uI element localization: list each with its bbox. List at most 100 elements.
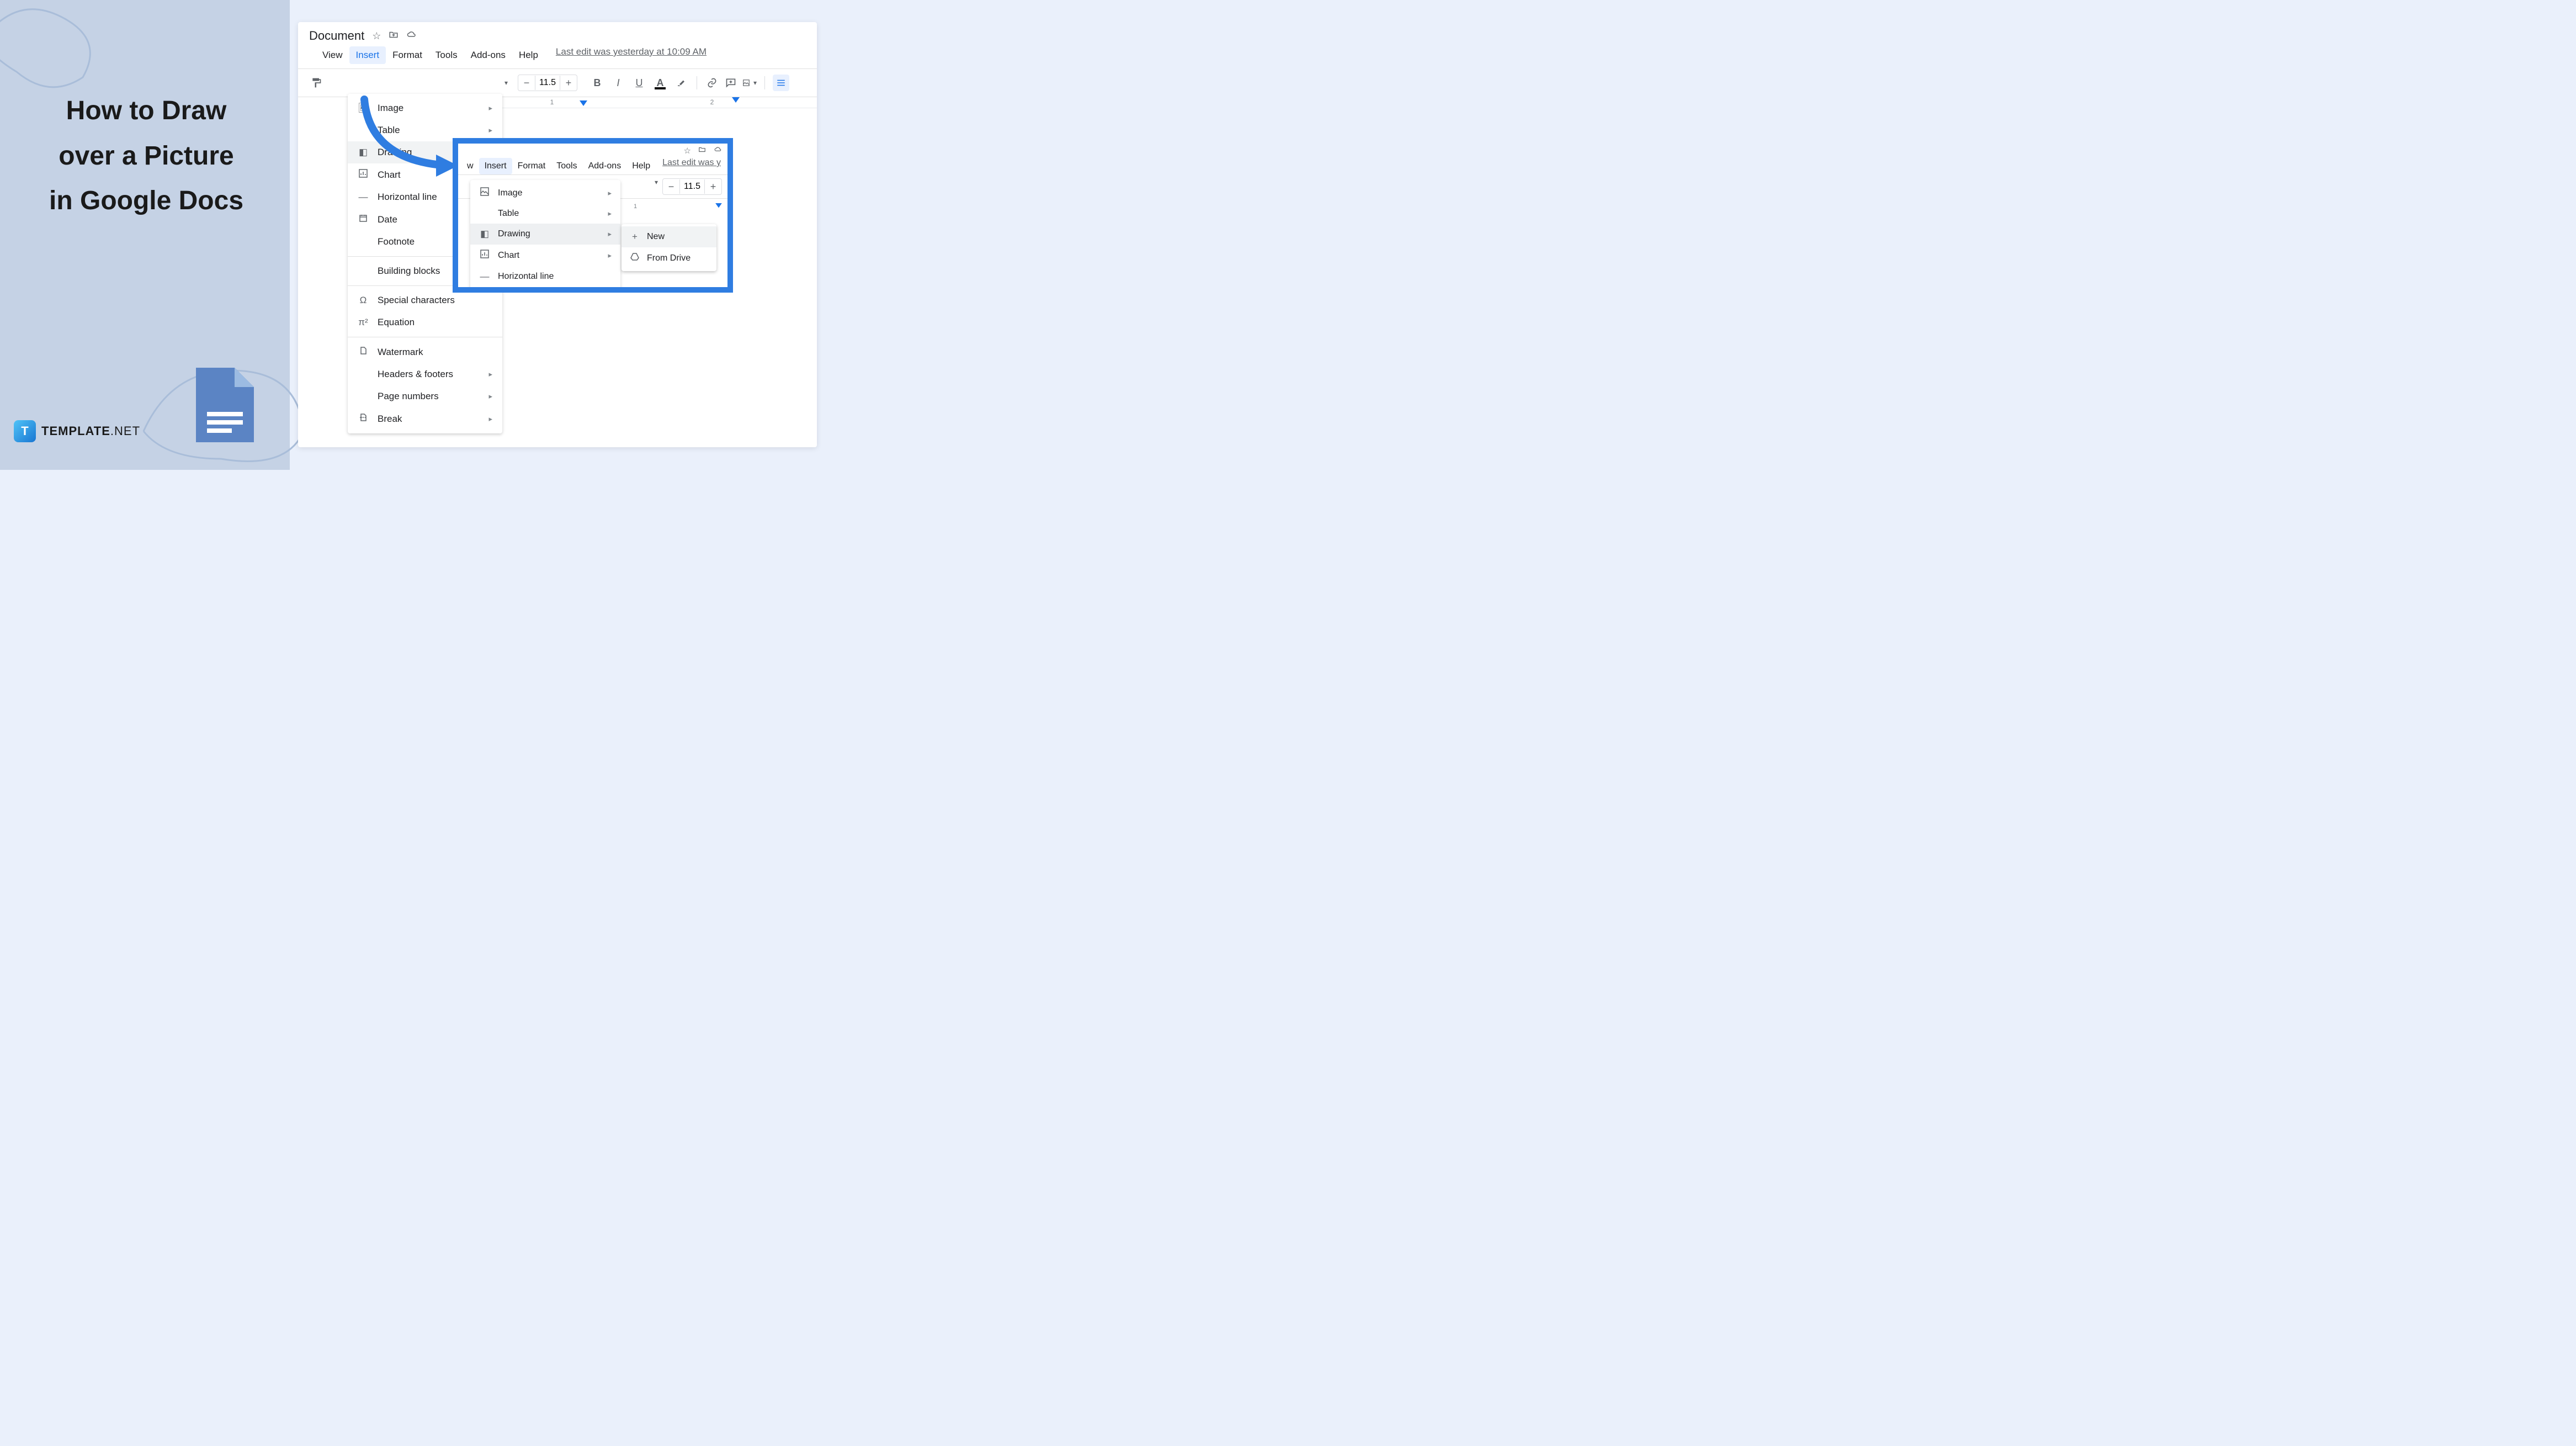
font-size-value[interactable]: 11.5 [535,76,560,90]
omega-icon: Ω [358,295,369,306]
chevron-right-icon: ▸ [608,209,612,218]
underline-button[interactable]: U [631,75,647,91]
zoom-caret-icon: ▾ [655,178,658,195]
menu-view[interactable]: View [316,46,349,64]
zoom-dd-image[interactable]: Image▸ [470,182,620,204]
google-docs-logo [193,365,257,445]
move-folder-icon[interactable] [389,30,399,43]
font-size-decrease[interactable]: − [518,75,535,91]
chart-icon [358,169,369,181]
zoom-menu-help[interactable]: Help [626,158,656,174]
insert-link-icon[interactable] [705,76,719,90]
toolbar: ▾ − 11.5 + B I U A ▾ [298,68,817,97]
menu-addons[interactable]: Add-ons [464,46,512,64]
last-edit-link[interactable]: Last edit was yesterday at 10:09 AM [556,46,707,64]
drive-icon [629,252,640,264]
decorative-squiggle-1 [0,0,138,94]
cloud-saved-icon [713,146,723,156]
break-icon [358,413,369,425]
star-icon[interactable]: ☆ [372,30,381,42]
menu-help[interactable]: Help [512,46,545,64]
zoom-menu-insert[interactable]: Insert [479,158,512,174]
tutorial-title: How to Draw over a Picture in Google Doc… [17,88,276,224]
brand-text: TEMPLATE.NET [41,424,140,438]
star-icon: ☆ [684,146,691,156]
move-folder-icon [698,146,707,156]
dd-watermark[interactable]: Watermark [348,341,502,363]
cloud-saved-icon[interactable] [406,30,417,43]
drawing-submenu: +New From Drive [622,224,716,271]
zoom-dd-chart[interactable]: Chart▸ [470,245,620,266]
menu-bar: View Insert Format Tools Add-ons Help La… [309,46,806,64]
insert-image-icon[interactable]: ▾ [742,76,757,90]
title-line3: in Google Docs [49,186,243,215]
watermark-icon [358,346,369,358]
ruler-indent-marker[interactable] [580,100,587,109]
text-color-button[interactable]: A [652,75,668,91]
chevron-right-icon: ▸ [608,189,612,198]
chart-icon [479,250,490,261]
zoom-dropdown-icon[interactable]: ▾ [499,76,513,90]
chevron-right-icon: ▸ [488,104,492,113]
chevron-right-icon: ▸ [488,415,492,423]
dd-pagenum[interactable]: Page numbers▸ [348,385,502,407]
ruler-tick-1: 1 [550,98,554,106]
pi-icon: π² [358,317,369,328]
zoom-ruler-tick: 1 [634,203,637,210]
document-title[interactable]: Document [309,29,364,43]
google-docs-screenshot: Document ☆ View Insert Format Tools Add-… [298,22,817,447]
zoom-ruler-marker [715,203,722,210]
image-icon [479,187,490,199]
highlight-button[interactable] [673,75,689,91]
drawing-icon: ◧ [358,147,369,158]
menu-format[interactable]: Format [386,46,429,64]
ruler: 1 2 [502,97,817,108]
bold-button[interactable]: B [589,75,605,91]
chevron-right-icon: ▸ [608,230,612,239]
submenu-from-drive[interactable]: From Drive [622,247,716,269]
brand-logo: T TEMPLATE.NET [14,420,140,442]
document-header: Document ☆ View Insert Format Tools Add-… [298,22,817,64]
plus-icon: + [629,231,640,242]
toolbar-divider-2 [764,76,765,89]
zoom-dd-table[interactable]: Table▸ [470,204,620,224]
zoom-menu-view-fragment: w [461,158,479,174]
dd-special[interactable]: ΩSpecial characters [348,289,502,311]
submenu-new[interactable]: +New [622,226,716,247]
hline-icon: — [479,271,490,282]
chevron-right-icon: ▸ [488,392,492,401]
dd-equation[interactable]: π²Equation [348,311,502,333]
menu-insert[interactable]: Insert [349,46,386,64]
dd-break[interactable]: Break▸ [348,407,502,430]
image-icon: 🖼 [358,103,369,114]
left-panel: How to Draw over a Picture in Google Doc… [0,0,290,470]
zoom-menu-addons[interactable]: Add-ons [583,158,627,174]
zoom-menubar: w Insert Format Tools Add-ons Help Last … [458,158,727,174]
format-group: B I U A [589,75,689,91]
paint-format-icon[interactable] [309,76,323,90]
hline-icon: — [358,192,369,203]
zoom-font-size: − 11.5 + [662,178,722,195]
zoom-last-edit[interactable]: Last edit was y [662,158,721,174]
menu-tools[interactable]: Tools [429,46,464,64]
zoom-font-increase[interactable]: + [705,179,721,194]
align-button[interactable] [773,75,789,91]
dd-image[interactable]: 🖼Image▸ [348,97,502,119]
zoom-dd-hline[interactable]: —Horizontal line [470,266,620,287]
zoom-font-decrease[interactable]: − [663,179,679,194]
zoom-font-value[interactable]: 11.5 [679,179,705,194]
zoom-insert-dropdown: Image▸ Table▸ ◧Drawing▸ Chart▸ —Horizont… [470,180,620,289]
zoom-menu-tools[interactable]: Tools [551,158,582,174]
font-size-increase[interactable]: + [560,75,577,91]
dd-headers[interactable]: Headers & footers▸ [348,363,502,385]
brand-icon: T [14,420,36,442]
italic-button[interactable]: I [610,75,626,91]
add-comment-icon[interactable] [724,76,738,90]
chevron-right-icon: ▸ [488,126,492,135]
title-line1: How to Draw [66,96,227,125]
drawing-icon: ◧ [479,229,490,240]
zoom-dd-drawing[interactable]: ◧Drawing▸ [470,224,620,245]
ruler-right-marker[interactable] [732,97,740,105]
zoom-menu-format[interactable]: Format [512,158,551,174]
zoom-ruler: 1 [623,203,727,213]
